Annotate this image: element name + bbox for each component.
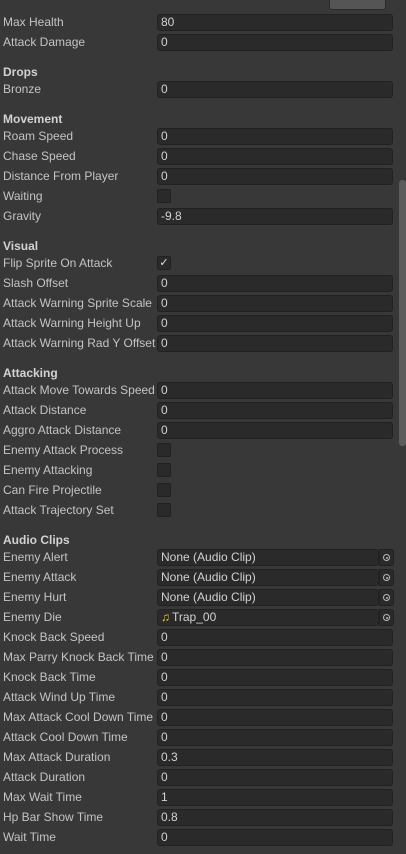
object-picker-icon (383, 594, 390, 601)
aggro-distance-field[interactable]: 0 (157, 422, 393, 439)
aggro-distance-label: Aggro Attack Distance (3, 423, 122, 437)
warning-height-up-field[interactable]: 0 (157, 315, 393, 332)
enemy-alert-label: Enemy Alert (3, 550, 68, 564)
attack-damage-label: Attack Damage (3, 35, 86, 49)
trajectory-set-label: Attack Trajectory Set (3, 503, 114, 517)
cooldown-field[interactable]: 0 (157, 729, 393, 746)
slash-offset-label: Slash Offset (3, 276, 69, 290)
duration-field[interactable]: 0 (157, 769, 393, 786)
distance-from-player-field[interactable]: 0 (157, 168, 393, 185)
distance-from-player-label: Distance From Player (3, 169, 119, 183)
trajectory-set-checkbox[interactable] (157, 503, 171, 517)
enemy-attack-field[interactable]: None (Audio Clip) (157, 569, 379, 586)
enemy-hurt-field[interactable]: None (Audio Clip) (157, 589, 379, 606)
warning-sprite-scale-label: Attack Warning Sprite Scale (3, 296, 152, 310)
enemy-attack-label: Enemy Attack (3, 570, 77, 584)
enemy-die-picker[interactable] (379, 609, 394, 626)
warning-rad-y-label: Attack Warning Rad Y Offset (3, 336, 156, 350)
max-health-label: Max Health (3, 15, 64, 29)
top-toolbar-button[interactable] (329, 0, 386, 10)
enemy-attack-picker[interactable] (379, 569, 394, 586)
vertical-scrollbar[interactable] (399, 180, 406, 446)
wait-time-field[interactable]: 0 (157, 829, 393, 846)
enemy-attacking-label: Enemy Attacking (3, 463, 93, 477)
object-picker-icon (383, 554, 390, 561)
fire-projectile-label: Can Fire Projectile (3, 483, 102, 497)
max-cooldown-label: Max Attack Cool Down Time (3, 710, 154, 724)
max-parry-label: Max Parry Knock Back Time (3, 650, 154, 664)
audio-header: Audio Clips (3, 533, 70, 547)
flip-sprite-checkbox[interactable]: ✓ (157, 256, 171, 270)
attack-damage-field[interactable]: 0 (157, 34, 393, 51)
object-picker-icon (383, 574, 390, 581)
warning-sprite-scale-field[interactable]: 0 (157, 295, 393, 312)
roam-speed-field[interactable]: 0 (157, 128, 393, 145)
wait-time-label: Wait Time (3, 830, 56, 844)
move-towards-field[interactable]: 0 (157, 382, 393, 399)
hp-bar-field[interactable]: 0.8 (157, 809, 393, 826)
knock-back-time-field[interactable]: 0 (157, 669, 393, 686)
visual-header: Visual (3, 239, 39, 253)
attack-distance-label: Attack Distance (3, 403, 87, 417)
knock-back-speed-label: Knock Back Speed (3, 630, 105, 644)
enemy-hurt-picker[interactable] (379, 589, 394, 606)
attack-process-label: Enemy Attack Process (3, 443, 124, 457)
gravity-label: Gravity (3, 209, 42, 223)
roam-speed-label: Roam Speed (3, 129, 74, 143)
audio-clip-icon: ♫ (161, 610, 170, 624)
enemy-hurt-label: Enemy Hurt (3, 590, 67, 604)
warning-rad-y-field[interactable]: 0 (157, 335, 393, 352)
wind-up-label: Attack Wind Up Time (3, 690, 116, 704)
knock-back-speed-field[interactable]: 0 (157, 629, 393, 646)
attack-distance-field[interactable]: 0 (157, 402, 393, 419)
enemy-die-field[interactable]: ♫ Trap_00 (157, 609, 379, 626)
attack-process-checkbox[interactable] (157, 443, 171, 457)
gravity-field[interactable]: -9.8 (157, 208, 393, 225)
max-wait-label: Max Wait Time (3, 790, 82, 804)
attacking-header: Attacking (3, 366, 58, 380)
warning-height-up-label: Attack Warning Height Up (3, 316, 141, 330)
object-picker-icon (383, 614, 390, 621)
enemy-die-label: Enemy Die (3, 610, 62, 624)
flip-sprite-label: Flip Sprite On Attack (3, 256, 113, 270)
knock-back-time-label: Knock Back Time (3, 670, 96, 684)
max-wait-field[interactable]: 1 (157, 789, 393, 806)
chase-speed-label: Chase Speed (3, 149, 76, 163)
max-duration-label: Max Attack Duration (3, 750, 111, 764)
waiting-label: Waiting (3, 189, 43, 203)
slash-offset-field[interactable]: 0 (157, 275, 393, 292)
hp-bar-label: Hp Bar Show Time (3, 810, 104, 824)
enemy-alert-picker[interactable] (379, 549, 394, 566)
max-duration-field[interactable]: 0.3 (157, 749, 393, 766)
enemy-attacking-checkbox[interactable] (157, 463, 171, 477)
wind-up-field[interactable]: 0 (157, 689, 393, 706)
max-cooldown-field[interactable]: 0 (157, 709, 393, 726)
bronze-field[interactable]: 0 (157, 81, 393, 98)
move-towards-label: Attack Move Towards Speed (3, 383, 155, 397)
max-parry-field[interactable]: 0 (157, 649, 393, 666)
cooldown-label: Attack Cool Down Time (3, 730, 128, 744)
bronze-label: Bronze (3, 82, 42, 96)
duration-label: Attack Duration (3, 770, 86, 784)
drops-header: Drops (3, 65, 38, 79)
waiting-checkbox[interactable] (157, 189, 171, 203)
max-health-field[interactable]: 80 (157, 14, 393, 31)
chase-speed-field[interactable]: 0 (157, 148, 393, 165)
fire-projectile-checkbox[interactable] (157, 483, 171, 497)
enemy-alert-field[interactable]: None (Audio Clip) (157, 549, 379, 566)
movement-header: Movement (3, 112, 63, 126)
enemy-die-value: Trap_00 (172, 610, 217, 624)
